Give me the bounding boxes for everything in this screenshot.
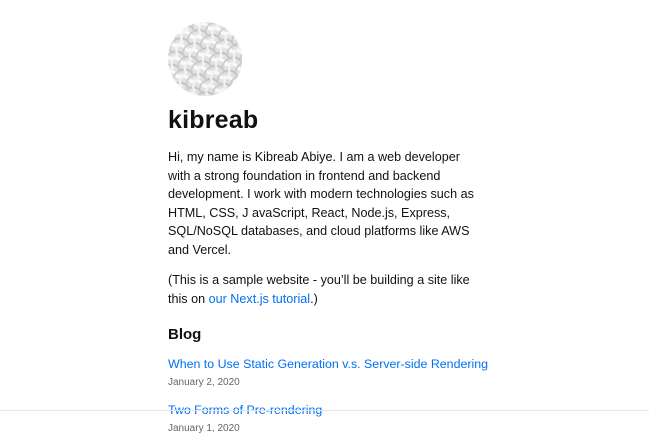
blog-post-link[interactable]: When to Use Static Generation v.s. Serve…	[168, 356, 488, 372]
blog-post-date: January 2, 2020	[168, 377, 240, 388]
profile-bio: Hi, my name is Kibreab Abiye. I am a web…	[168, 150, 474, 257]
main-content: kibreab Hi, my name is Kibreab Abiye. I …	[168, 22, 488, 436]
blog-heading: Blog	[168, 326, 202, 343]
profile-name: kibreab	[168, 106, 259, 134]
page-divider	[0, 410, 649, 411]
profile-image-icon	[168, 22, 242, 96]
tutorial-note-suffix: .)	[310, 291, 318, 306]
blog-post-date: January 1, 2020	[168, 423, 240, 434]
nextjs-tutorial-link[interactable]: our Next.js tutorial	[209, 292, 311, 306]
list-item: When to Use Static Generation v.s. Serve…	[168, 356, 488, 390]
tutorial-note: (This is a sample website - you’ll be bu…	[168, 271, 488, 308]
list-item: Two Forms of Pre-rendering January 1, 20…	[168, 402, 488, 436]
